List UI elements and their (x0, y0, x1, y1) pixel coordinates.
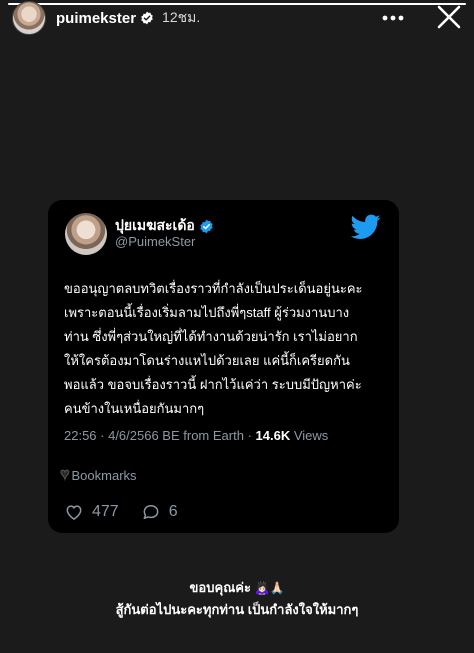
avatar[interactable] (12, 1, 46, 35)
verified-badge-icon (141, 11, 153, 25)
username[interactable]: puimekster (56, 10, 136, 27)
tweet-views-label: Views (293, 428, 329, 443)
verified-badge-icon (200, 219, 213, 233)
tweet-timestamp: 22:56 · 4/6/2566 BE from Earth (64, 428, 244, 443)
tweet-text: ขออนุญาตลบทวิตเรื่องราวที่กำลังเป็นประเด… (64, 281, 363, 416)
like-count: 477 (92, 503, 119, 520)
twitter-bird-icon (351, 214, 381, 239)
story-caption: ขอบคุณค่ะ 🙇🏻‍♀️🙏🏻 สู้กันต่อไปนะคะทุกท่าน… (0, 577, 474, 620)
tweet-meta: 22:56 · 4/6/2566 BE from Earth · 14.6K V… (64, 428, 329, 443)
tweet-avatar (65, 213, 107, 255)
engagement-bar: 477 6 (64, 502, 200, 522)
tweet-views-count: 14.6K (255, 428, 291, 443)
more-icon[interactable] (382, 8, 404, 28)
caption-line-1: ขอบคุณค่ะ 🙇🏻‍♀️🙏🏻 (0, 577, 474, 599)
caption-emoji: 🙇🏻‍♀️🙏🏻 (254, 581, 285, 595)
reply-count: 6 (168, 503, 178, 520)
bookmarks-row[interactable]: ♥ Bookmarks (60, 466, 137, 484)
tweet-card[interactable]: ปุยเมฆสะเด้อ @PuimekSter ขออนุญาตลบทวิตเ… (48, 200, 399, 533)
reply-icon[interactable] (141, 502, 161, 522)
caption-line-2: สู้กันต่อไปนะคะทุกท่าน เป็นกำลังใจให้มาก… (115, 602, 359, 617)
bookmarks-label: Bookmarks (71, 467, 137, 483)
close-icon[interactable] (436, 4, 462, 30)
heart-icon[interactable] (64, 502, 84, 522)
story-header: puimekster 12ชม. (12, 0, 462, 36)
caption-line-1-text: ขอบคุณค่ะ (189, 580, 251, 595)
black-heart-icon: ♥ (60, 466, 70, 484)
tweet-handle: @PuimekSter (115, 234, 196, 249)
post-time: 12ชม. (162, 9, 201, 25)
